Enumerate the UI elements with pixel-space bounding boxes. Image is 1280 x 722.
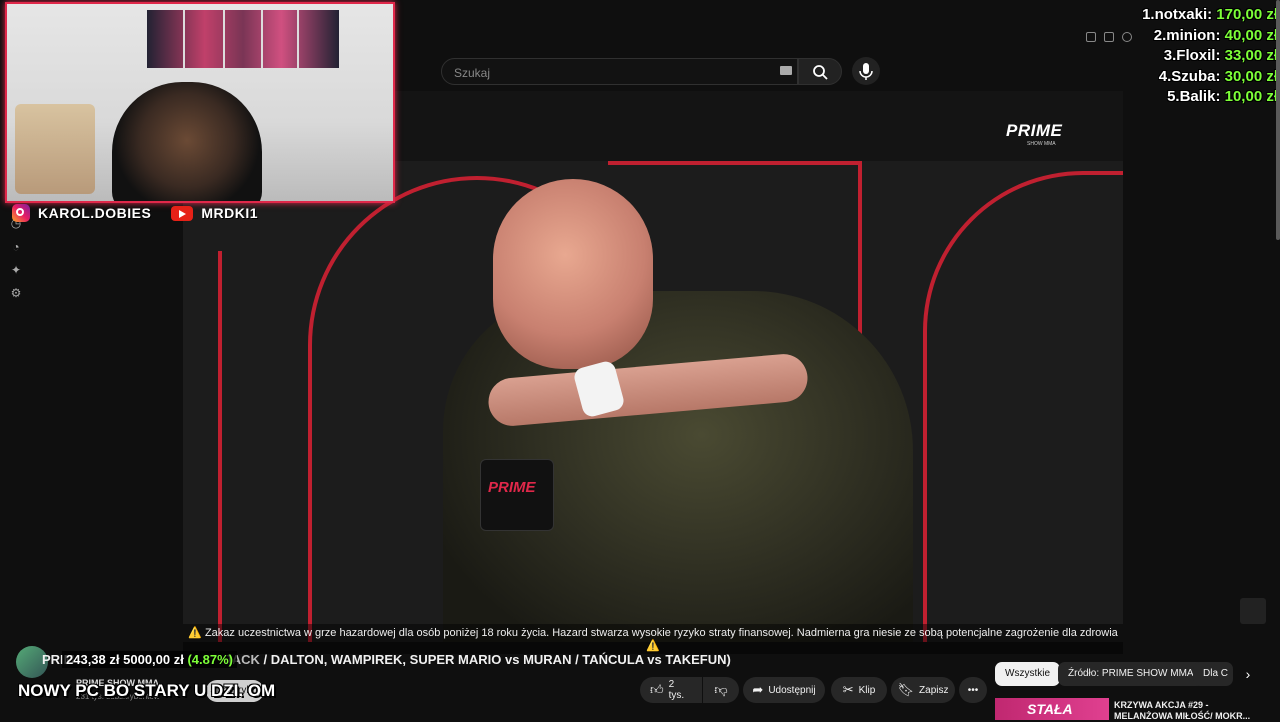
microphone-icon [859,63,873,80]
prime-logo-sub: SHOW MMA [1027,141,1056,147]
more-actions-button[interactable]: ••• [959,677,987,703]
youtube-handle: MRDKI1 [201,205,259,221]
social-handles: KAROL.DOBIES MRDKI1 [12,203,258,223]
keyboard-icon[interactable] [780,66,792,75]
gambling-warning: ⚠️ Zakaz uczestnictwa w grze hazardowej … [183,624,1123,654]
thumbs-down-icon: 👎︎ [714,682,728,697]
scrollbar[interactable] [1276,0,1280,240]
stream-overlay-text: NOWY PC BO STARY U DZI. OM [18,681,276,700]
mic-logo: PRIME [488,479,536,496]
prime-logo: PRIME [1006,121,1063,140]
bed [15,104,95,194]
recommended-thumbnail[interactable]: STAŁA [995,698,1109,720]
chip-for-you[interactable]: Dla C [1193,662,1233,686]
chip-all[interactable]: Wszystkie [995,662,1060,686]
gear-icon[interactable]: ⚙ [9,286,23,300]
search-input[interactable] [452,63,756,83]
instagram-icon [12,204,30,222]
person-head [493,179,653,369]
donation-goal-ticker: 243,38 zł 5000,00 zł (4.87%) [62,651,237,668]
channel-watermark[interactable] [1240,598,1266,624]
leaderboard-row: 5.Balik: 10,00 zł [1167,88,1278,105]
more-icon: ••• [967,684,979,696]
scissors-icon: ✂ [842,682,854,697]
search-box [441,58,798,85]
clock-icon[interactable]: ◔ [9,240,23,254]
youtube-icon [171,205,194,221]
recommended-title[interactable]: KRZYWA AKCJA #29 - MELANŻOWA MIŁOŚĆ/ MOK… [1114,700,1250,722]
pin-icon[interactable] [1086,32,1096,42]
clip-button[interactable]: ✂ Klip [831,677,887,703]
chip-source[interactable]: Źródło: PRIME SHOW MMA [1058,662,1204,686]
thumbs-up-icon: 👍︎ [650,682,664,697]
leaderboard-row: 2.minion: 40,00 zł [1153,26,1278,44]
donation-leaderboard: 1.notxaki: 170,00 zł 2.minion: 40,00 zł … [1100,6,1278,109]
share-button[interactable]: ➦ Udostępnij [743,677,825,703]
dislike-button[interactable]: 👎︎ [703,677,739,703]
search-button[interactable] [798,58,842,85]
leaderboard-row: 1.notxaki: 170,00 zł [1142,6,1278,23]
sidebar-rail: ◷ ◔ ✦ ⚙ [0,200,32,720]
instagram-handle: KAROL.DOBIES [38,205,152,221]
leaderboard-row: 3.Floxil: 33,00 zł [1163,47,1278,64]
bookmark-icon: 🔖︎ [897,682,915,697]
search-icon [813,65,828,80]
streamer-head [112,82,262,201]
flame-icon[interactable]: ✦ [9,263,23,277]
share-icon: ➦ [752,682,764,697]
chevron-right-icon[interactable]: › [1238,664,1258,684]
leaderboard-row: 4.Szuba: 30,00 zł [1158,67,1278,85]
voice-search-button[interactable] [852,57,880,85]
like-button[interactable]: 👍︎ 2 tys. [640,677,702,703]
save-button[interactable]: 🔖︎ Zapisz [891,677,955,703]
webcam-overlay [5,2,395,203]
wall-painting [147,10,339,68]
